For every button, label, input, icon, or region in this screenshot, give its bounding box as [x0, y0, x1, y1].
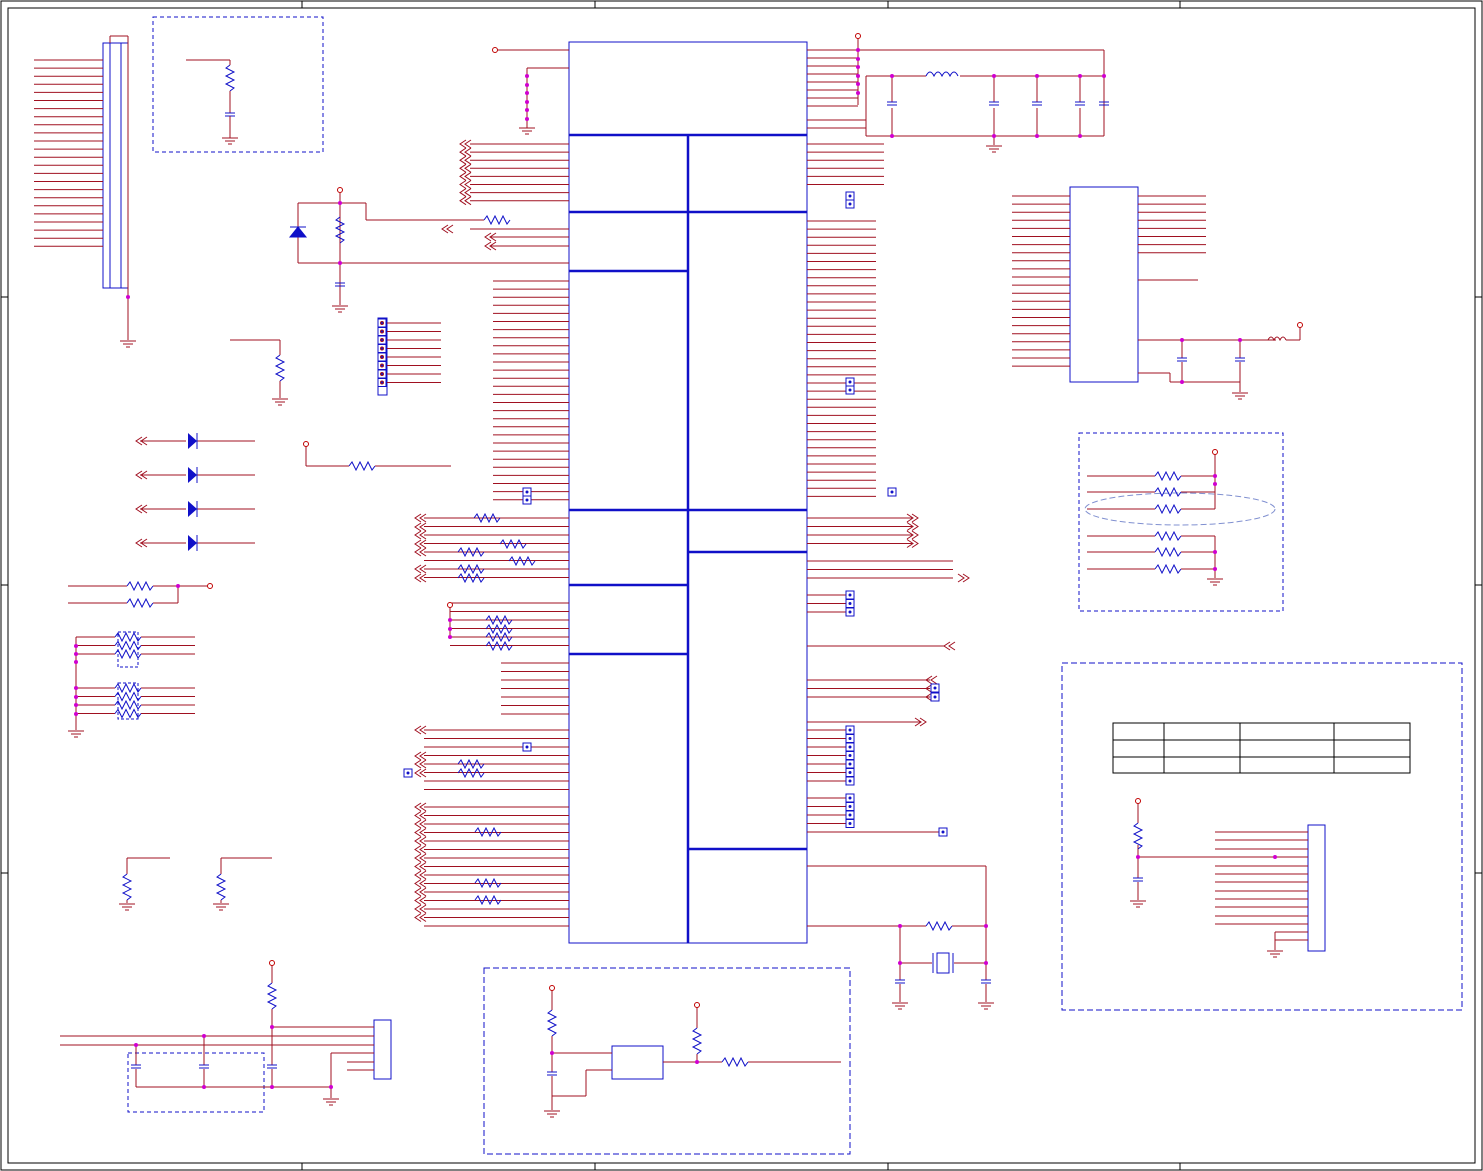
main-ic	[424, 41, 953, 944]
resistor-packs-left	[67, 631, 195, 738]
pulldowns-bottom-left	[126, 857, 272, 903]
spec-table	[1112, 722, 1411, 774]
ic-right-networks	[845, 191, 970, 837]
pullup-left-2	[230, 339, 281, 398]
power-filter-caps	[886, 101, 1110, 106]
lcd-connector	[34, 35, 137, 348]
schematic-sheet	[0, 0, 1483, 1171]
crystal-circuit	[807, 865, 987, 1002]
ic-left-networks	[403, 139, 536, 922]
dashed-box-pullup	[152, 16, 324, 153]
sheet-border	[0, 0, 1483, 1171]
dashed-box-resistors	[1078, 432, 1284, 612]
pullup-led	[303, 441, 451, 467]
dashed-box-reset	[483, 967, 851, 1155]
led-array	[135, 433, 255, 551]
memory-ic	[1012, 186, 1303, 400]
bottom-connector	[60, 960, 392, 1113]
header-pins-left	[377, 317, 441, 396]
dashed-box-sensor	[1061, 662, 1463, 1011]
